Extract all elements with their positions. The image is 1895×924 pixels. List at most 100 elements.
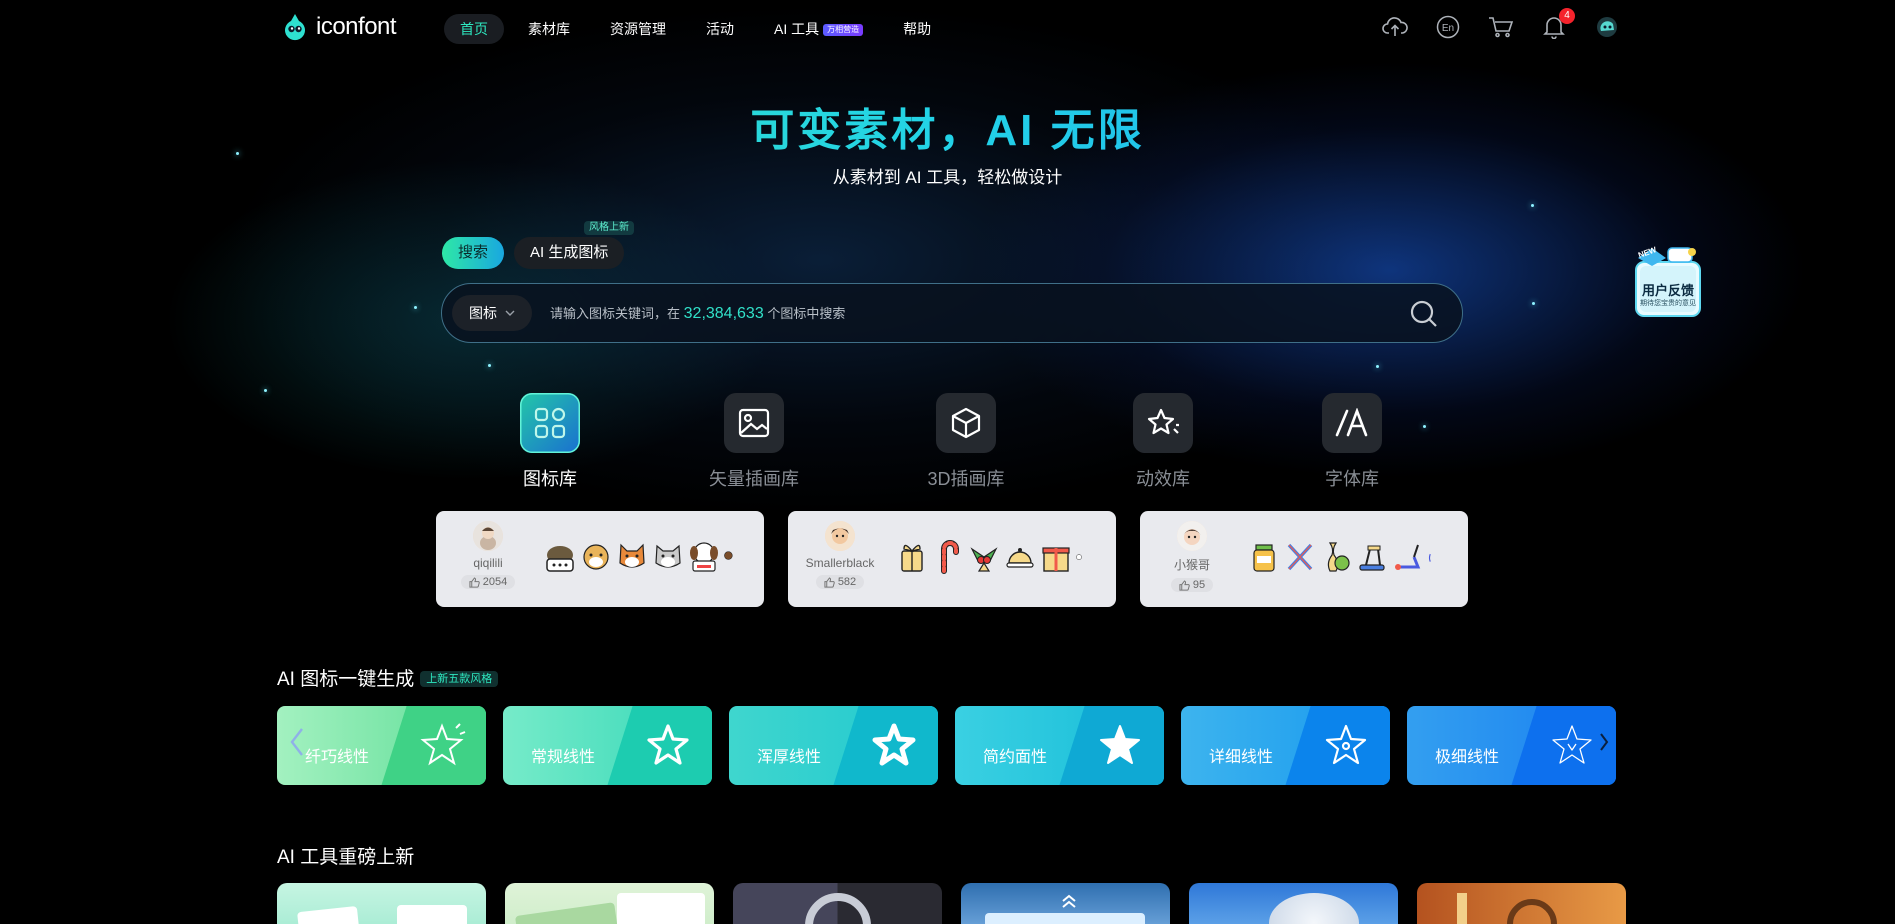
category-fonts[interactable]: 字体库	[1282, 393, 1422, 491]
chevron-left-icon	[290, 728, 303, 756]
thumb-up-icon	[824, 576, 835, 588]
nav-help[interactable]: 帮助	[887, 14, 947, 44]
hero-title: 可变素材，AI 无限	[0, 94, 1895, 158]
avatar	[1177, 521, 1207, 551]
shiba-icon	[619, 543, 645, 568]
chevron-right-icon	[1600, 733, 1609, 751]
language-en-icon[interactable]: En	[1435, 14, 1461, 40]
tool-preview-shape	[397, 905, 467, 924]
tool-card[interactable]	[733, 883, 942, 924]
like-count-value: 2054	[482, 576, 508, 588]
sparkle-star-icon	[1147, 408, 1179, 435]
star-thin-line-icon	[420, 723, 466, 766]
tool-card[interactable]	[1417, 883, 1626, 924]
style-card-label: 纤巧线性	[305, 749, 370, 766]
ai-section-tag: 上新五款风格	[420, 671, 499, 687]
tab-search[interactable]: 搜索	[442, 237, 505, 269]
author-info: 小猴哥 95	[1140, 521, 1244, 596]
category-vector-illustration[interactable]: 矢量插画库	[684, 393, 824, 491]
main-nav: 首页 素材库 资源管理 活动 AI 工具 万相营造 帮助	[444, 14, 947, 44]
tool-card[interactable]	[1189, 883, 1398, 924]
search-tabs: 搜索 AI 生成图标 风格上新	[442, 221, 635, 269]
style-card-regular-line[interactable]: 常规线性	[503, 706, 712, 785]
tool-card[interactable]	[961, 883, 1170, 924]
style-card-bold-line[interactable]: 浑厚线性	[729, 706, 938, 785]
search-placeholder-suffix: 个图标中搜索	[767, 306, 846, 321]
search-icon[interactable]	[1408, 298, 1440, 330]
category-icon-box	[1133, 393, 1193, 453]
background-star	[1531, 204, 1534, 207]
cart-icon[interactable]	[1488, 14, 1514, 40]
author-card[interactable]: Smallerblack 582	[788, 511, 1116, 607]
search-placeholder-prefix: 请输入图标关键词，在	[550, 306, 681, 321]
feedback-subtitle: 期待您宝贵的意见	[1640, 300, 1696, 307]
icon-preview-strip	[544, 537, 738, 575]
style-card-detailed-line[interactable]: 详细线性	[1181, 706, 1390, 785]
avatar	[473, 521, 503, 551]
tool-card[interactable]	[505, 883, 714, 924]
style-card-label: 极细线性	[1435, 749, 1500, 766]
feedback-widget[interactable]: NEW 用户反馈 期待您宝贵的意见	[1632, 242, 1704, 320]
tab-ai-generate-icon[interactable]: AI 生成图标 风格上新	[514, 221, 635, 269]
nav-ai-tools-badge: 万相营造	[823, 24, 864, 36]
logo-text: iconfont	[316, 13, 397, 40]
notification-badge: 4	[1559, 8, 1575, 24]
cat-icon	[655, 544, 681, 568]
nav-resources[interactable]: 资源管理	[594, 14, 682, 44]
author-info: qiqilili 2054	[436, 521, 540, 593]
background-star	[1423, 425, 1426, 428]
search-bar: 图标 请输入图标关键词，在 32,384,633 个图标中搜索	[441, 283, 1463, 343]
icon-count: 32,384,633	[683, 305, 764, 322]
author-info: Smallerblack 582	[788, 521, 892, 593]
puppy-icon	[690, 542, 718, 572]
search-type-select[interactable]: 图标	[452, 295, 532, 331]
search-input[interactable]: 请输入图标关键词，在 32,384,633 个图标中搜索	[550, 303, 845, 323]
background-star	[414, 306, 417, 309]
avatar-icon[interactable]	[1594, 14, 1620, 40]
category-icon-library[interactable]: 图标库	[480, 393, 620, 491]
new-style-tag: 风格上新	[584, 221, 635, 235]
tools-section-title: AI 工具重磅上新	[277, 847, 415, 868]
star-detailed-line-icon	[1325, 724, 1367, 765]
bell-icon[interactable]: 4	[1541, 8, 1575, 40]
author-card[interactable]: qiqilili 2054	[436, 511, 764, 607]
crossed-rackets-icon	[1287, 543, 1313, 571]
treadmill-icon	[1395, 544, 1421, 570]
author-name: 小猴哥	[1173, 558, 1210, 572]
carousel-next-button[interactable]	[1592, 722, 1616, 762]
category-label: 3D插画库	[927, 469, 1005, 489]
star-regular-line-icon	[647, 724, 689, 765]
style-card-ultra-thin-line[interactable]: 极细线性	[1407, 706, 1616, 785]
background-star	[1376, 365, 1379, 368]
nav-events[interactable]: 活动	[690, 14, 750, 44]
header-actions: En 4	[1382, 8, 1620, 40]
style-card-simple-fill[interactable]: 简约面性	[955, 706, 1164, 785]
like-count[interactable]: 2054	[460, 575, 516, 589]
like-count[interactable]: 95	[1170, 578, 1214, 592]
tool-preview-shape	[1269, 893, 1359, 924]
category-icon-box	[520, 393, 580, 453]
icon-preview-strip	[1248, 537, 1440, 575]
tool-card[interactable]	[277, 883, 486, 924]
logo[interactable]: iconfont	[280, 12, 397, 42]
carousel-prev-button[interactable]	[285, 722, 309, 762]
chevrons-up-icon[interactable]	[1059, 893, 1079, 909]
nav-ai-tools[interactable]: AI 工具 万相营造	[758, 14, 879, 44]
upload-icon[interactable]	[1382, 14, 1408, 40]
category-label: 动效库	[1136, 469, 1190, 489]
nav-materials[interactable]: 素材库	[512, 14, 586, 44]
icon-preview-strip	[896, 537, 1088, 575]
top-navigation: iconfont 首页 素材库 资源管理 活动 AI 工具 万相营造 帮助 En …	[0, 0, 1895, 56]
nav-home[interactable]: 首页	[444, 14, 504, 44]
exercise-bike-icon	[1359, 545, 1385, 571]
like-count[interactable]: 582	[815, 575, 865, 589]
category-motion[interactable]: 动效库	[1093, 393, 1233, 491]
tool-preview-shape	[805, 893, 871, 924]
feedback-title: 用户反馈	[1641, 283, 1694, 298]
image-icon	[738, 408, 770, 438]
category-3d-illustration[interactable]: 3D插画库	[896, 393, 1036, 491]
tool-preview-shape	[1507, 899, 1557, 924]
author-card[interactable]: 小猴哥 95	[1140, 511, 1468, 607]
tool-preview-shape	[985, 913, 1145, 924]
author-name: qiqilili	[473, 556, 503, 570]
